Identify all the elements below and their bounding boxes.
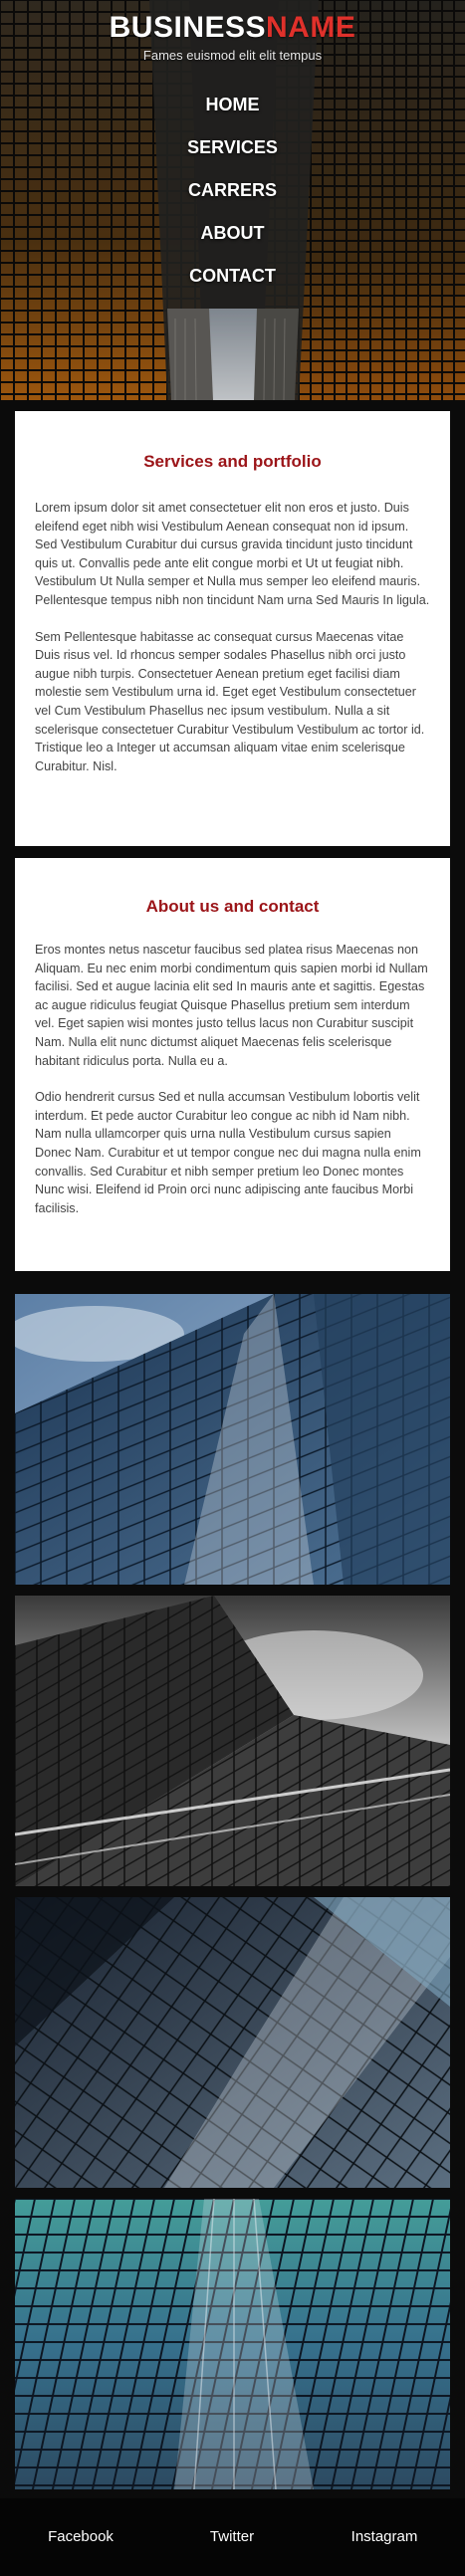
main-nav: HOME SERVICES CARRERS ABOUT CONTACT [0,92,465,306]
section-paragraph: Odio hendrerit cursus Sed et nulla accum… [35,1090,421,1215]
gallery-photo[interactable] [15,2199,450,2489]
nav-services[interactable]: SERVICES [187,134,278,177]
gallery-photo[interactable] [15,1294,450,1585]
gallery-photo[interactable] [15,1596,450,1886]
building-photo-blue-sky [15,1294,450,1585]
brand-tagline: Fames euismod elit elit tempus [142,48,323,63]
hero-header: BUSINESSNAME Fames euismod elit elit tem… [0,0,465,400]
site-footer: Facebook Twitter Instagram [0,2498,465,2576]
nav-about[interactable]: ABOUT [201,220,265,263]
nav-careers[interactable]: CARRERS [188,177,277,220]
services-portfolio-section: Services and portfolio Lorem ipsum dolor… [15,411,450,846]
about-contact-section: About us and contact Eros montes netus n… [15,858,450,1271]
section-paragraph: Sem Pellentesque habitasse ac consequat … [35,629,425,773]
section-title: Services and portfolio [143,452,322,471]
section-title: About us and contact [145,897,320,916]
brand-name-part1: BUSINESS [109,11,267,44]
footer-link-instagram[interactable]: Instagram [351,2528,418,2545]
brand-logo[interactable]: BUSINESSNAME [0,10,465,46]
section-paragraph: Lorem ipsum dolor sit amet consectetuer … [35,501,430,607]
nav-contact[interactable]: CONTACT [189,263,276,306]
footer-link-facebook[interactable]: Facebook [48,2528,114,2545]
building-photo-dark-glass [15,1897,450,2188]
nav-home[interactable]: HOME [206,92,260,134]
section-paragraph: Eros montes netus nascetur faucibus sed … [35,943,428,1068]
brand-block: BUSINESSNAME Fames euismod elit elit tem… [0,10,465,63]
gallery-photo[interactable] [15,1897,450,2188]
building-photo-teal-facade [15,2199,450,2489]
brand-name-part2: NAME [266,11,356,44]
footer-link-twitter[interactable]: Twitter [210,2528,254,2545]
building-photo-grayscale [15,1596,450,1886]
